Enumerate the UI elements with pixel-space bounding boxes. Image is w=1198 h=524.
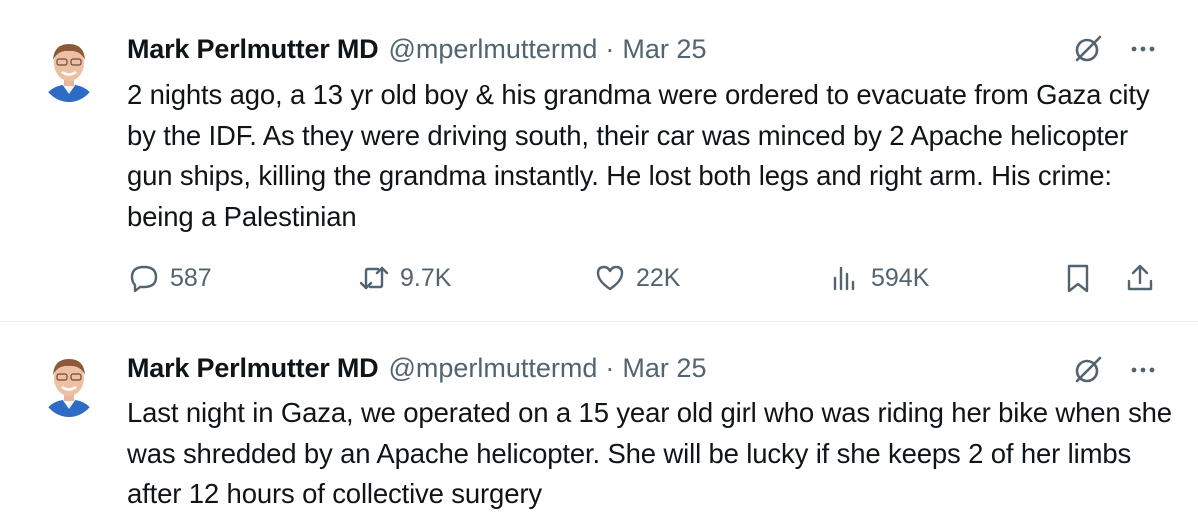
bookmark-icon (1067, 264, 1089, 293)
avatar[interactable] (40, 36, 98, 102)
tweet-text: Last night in Gaza, we operated on a 15 … (127, 397, 1172, 509)
bookmark-button[interactable] (1062, 256, 1094, 300)
repost-count: 9.7K (400, 263, 452, 292)
views-button[interactable]: 594K (829, 256, 929, 300)
more-icon[interactable] (1126, 353, 1160, 387)
author-name[interactable]: Mark Perlmutter MD (127, 353, 379, 384)
tweet[interactable]: Mark Perlmutter MD @mperlmuttermd · Mar … (0, 323, 1198, 524)
like-count: 22K (636, 263, 681, 292)
share-icon (1127, 264, 1153, 291)
avatar[interactable] (40, 351, 98, 417)
like-button[interactable]: 22K (594, 256, 680, 300)
tweet-text: 2 nights ago, a 13 yr old boy & his gran… (127, 79, 1150, 232)
like-icon (596, 265, 624, 291)
reply-button[interactable]: 587 (128, 256, 212, 300)
author-handle[interactable]: @mperlmuttermd (388, 353, 597, 384)
grok-icon[interactable] (1071, 32, 1105, 66)
grok-icon[interactable] (1071, 353, 1105, 387)
author-handle[interactable]: @mperlmuttermd (388, 34, 597, 65)
avatar-image (40, 36, 98, 102)
reply-count: 587 (170, 263, 212, 292)
separator-dot: · (605, 33, 615, 64)
share-button[interactable] (1124, 256, 1156, 300)
separator-dot: · (605, 352, 615, 383)
tweet-header: Mark Perlmutter MD @mperlmuttermd · Mar … (127, 351, 706, 385)
tweet-actions: 587 9.7K 22K 594K (0, 256, 1198, 300)
repost-icon (359, 266, 389, 290)
more-icon[interactable] (1126, 32, 1160, 66)
post-date[interactable]: Mar 25 (622, 353, 706, 384)
reply-icon (130, 265, 158, 293)
avatar-image (40, 351, 98, 417)
tweet-header: Mark Perlmutter MD @mperlmuttermd · Mar … (127, 32, 706, 66)
views-count: 594K (871, 263, 930, 292)
author-name[interactable]: Mark Perlmutter MD (127, 34, 379, 65)
views-icon (833, 266, 855, 291)
repost-button[interactable]: 9.7K (358, 256, 451, 300)
tweet[interactable]: Mark Perlmutter MD @mperlmuttermd · Mar … (0, 0, 1198, 322)
post-date[interactable]: Mar 25 (622, 34, 706, 65)
